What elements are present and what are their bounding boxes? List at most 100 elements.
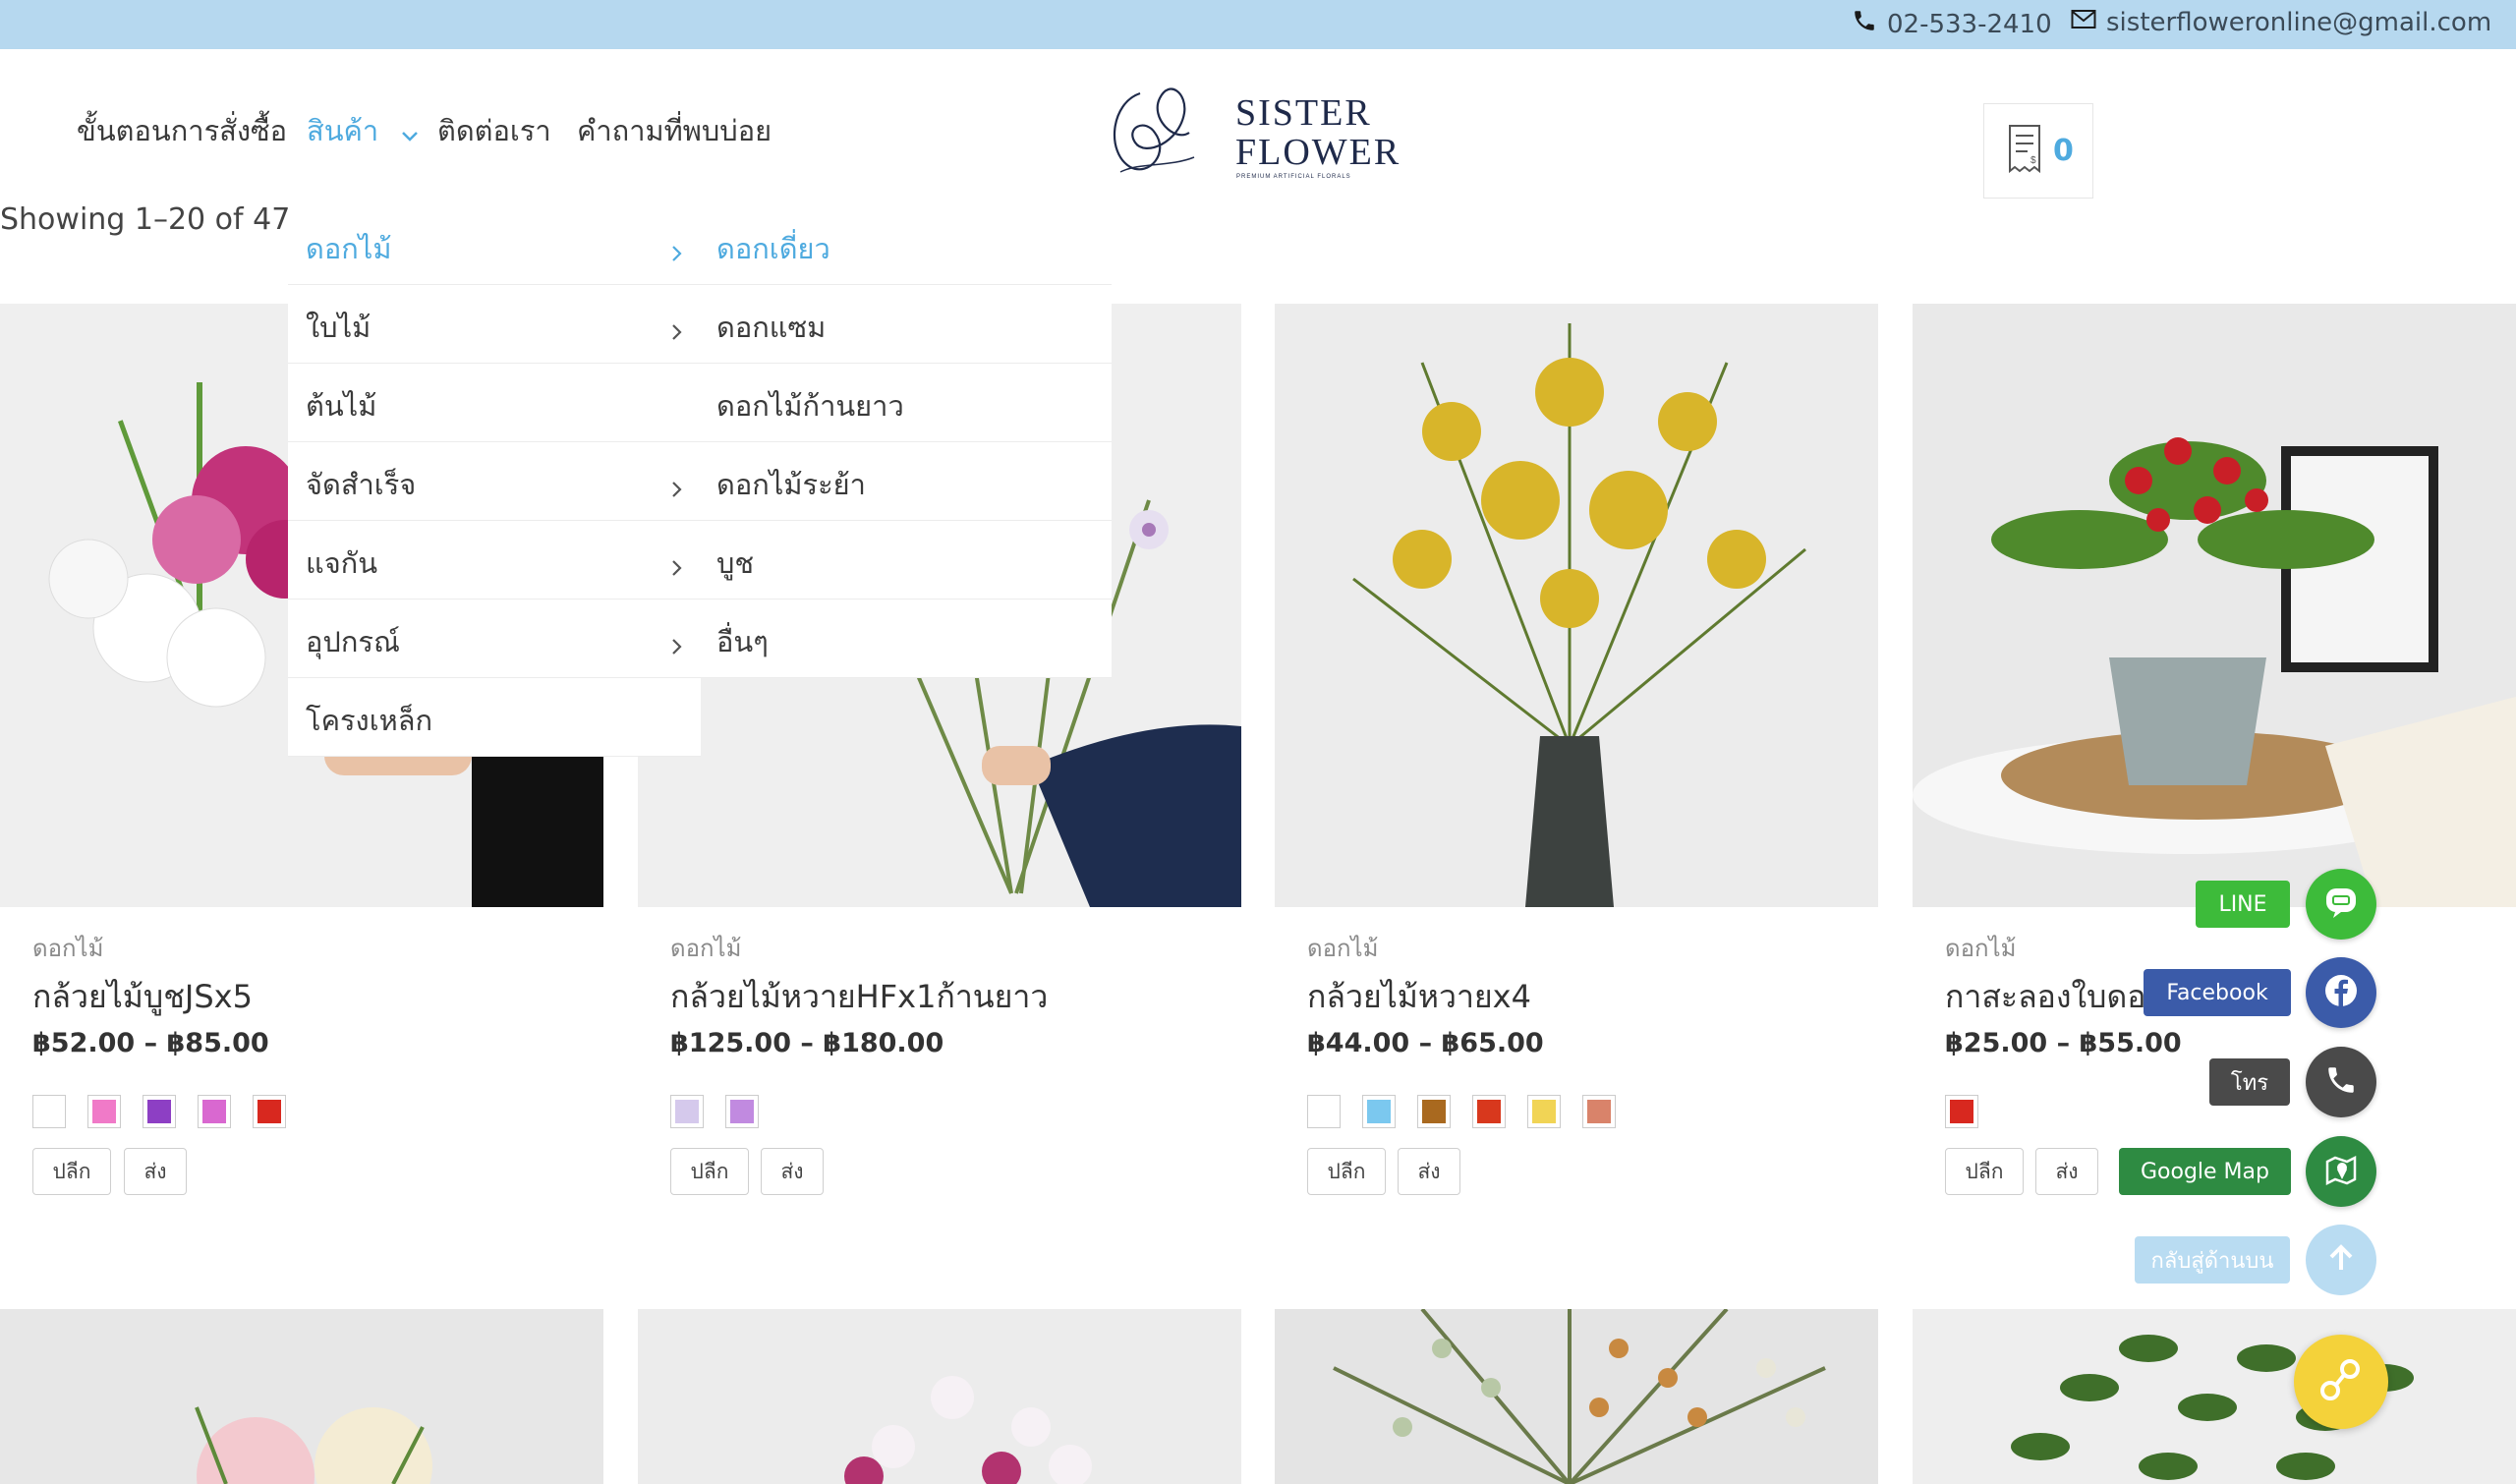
submenu-item-label: บูช bbox=[716, 546, 755, 580]
color-swatches bbox=[670, 1095, 780, 1128]
back-to-top-label[interactable]: กลับสู่ด้านบน bbox=[2135, 1236, 2290, 1284]
facebook-icon bbox=[2323, 973, 2359, 1012]
email-contact[interactable]: sisterfloweronline@gmail.com bbox=[2071, 8, 2491, 37]
cart-count: 0 bbox=[2053, 134, 2074, 168]
submenu-item-long-stem[interactable]: ดอกไม้ก้านยาว bbox=[699, 364, 1112, 442]
retail-button[interactable]: ปลีก bbox=[1307, 1148, 1386, 1195]
submenu-item-single[interactable]: ดอกเดี่ยว bbox=[699, 206, 1112, 285]
color-swatch[interactable] bbox=[87, 1095, 121, 1128]
color-swatch[interactable] bbox=[198, 1095, 231, 1128]
product-category[interactable]: ดอกไม้ bbox=[32, 929, 103, 967]
product-image[interactable] bbox=[1913, 304, 2516, 907]
chevron-right-icon bbox=[671, 236, 683, 269]
facebook-label[interactable]: Facebook bbox=[2144, 969, 2291, 1016]
color-swatch[interactable] bbox=[1527, 1095, 1561, 1128]
color-swatch[interactable] bbox=[1362, 1095, 1396, 1128]
product-title[interactable]: กล้วยไม้หวายHFx1ก้านยาว bbox=[670, 972, 1048, 1022]
nav-faq[interactable]: คำถามที่พบบ่อย bbox=[577, 108, 772, 153]
logo-line2: FLOWER bbox=[1235, 132, 1401, 173]
chevron-right-icon bbox=[671, 314, 683, 348]
contact-menu-toggle[interactable] bbox=[2294, 1335, 2388, 1429]
menu-item-label: จัดสำเร็จ bbox=[306, 468, 417, 501]
color-swatch[interactable] bbox=[253, 1095, 286, 1128]
product-title[interactable]: กล้วยไม้บูชJSx5 bbox=[32, 972, 253, 1022]
chevron-right-icon bbox=[671, 550, 683, 584]
color-swatch[interactable] bbox=[1417, 1095, 1451, 1128]
color-swatches bbox=[1307, 1095, 1637, 1128]
product-category[interactable]: ดอกไม้ bbox=[1307, 929, 1378, 967]
cart-button[interactable]: $ 0 bbox=[1983, 103, 2093, 199]
menu-item-label: ต้นไม้ bbox=[306, 389, 377, 423]
site-logo[interactable]: SISTER FLOWER PREMIUM ARTIFICIAL FLORALS bbox=[1101, 74, 1415, 182]
color-swatch[interactable] bbox=[1582, 1095, 1616, 1128]
submenu-item-bush[interactable]: บูช bbox=[699, 521, 1112, 599]
arrow-up-icon bbox=[2325, 1242, 2357, 1278]
color-swatch[interactable] bbox=[1945, 1095, 1978, 1128]
product-price: ฿125.00 – ฿180.00 bbox=[670, 1028, 944, 1058]
nav-contact[interactable]: ติดต่อเรา bbox=[437, 108, 551, 153]
phone-number: 02-533-2410 bbox=[1887, 9, 2052, 39]
call-button[interactable] bbox=[2306, 1047, 2376, 1117]
line-button[interactable] bbox=[2306, 869, 2376, 940]
product-image[interactable] bbox=[0, 1309, 603, 1484]
site-header: ขั้นตอนการสั่งซื้อ สินค้า ติดต่อเรา คำถา… bbox=[0, 49, 2516, 206]
submenu-item-filler[interactable]: ดอกแซม bbox=[699, 285, 1112, 364]
product-category[interactable]: ดอกไม้ bbox=[1945, 929, 2016, 967]
product-title[interactable]: กาสะลองใบดอก bbox=[1945, 972, 2165, 1022]
sister-flower-logo-icon: SISTER FLOWER PREMIUM ARTIFICIAL FLORALS bbox=[1113, 87, 1401, 180]
color-swatch[interactable] bbox=[725, 1095, 759, 1128]
product-image[interactable] bbox=[1275, 304, 1878, 907]
color-swatch[interactable] bbox=[143, 1095, 176, 1128]
wholesale-button[interactable]: ส่ง bbox=[124, 1148, 187, 1195]
menu-item-label: อุปกรณ์ bbox=[306, 625, 400, 658]
color-swatch[interactable] bbox=[670, 1095, 704, 1128]
product-title[interactable]: กล้วยไม้หวายx4 bbox=[1307, 972, 1531, 1022]
retail-button[interactable]: ปลีก bbox=[670, 1148, 749, 1195]
email-address: sisterfloweronline@gmail.com bbox=[2106, 8, 2492, 37]
retail-button[interactable]: ปลีก bbox=[1945, 1148, 2024, 1195]
product-category[interactable]: ดอกไม้ bbox=[670, 929, 741, 967]
retail-button[interactable]: ปลีก bbox=[32, 1148, 111, 1195]
menu-item-plants[interactable]: ต้นไม้ bbox=[288, 364, 701, 442]
logo-line1: SISTER bbox=[1235, 92, 1372, 134]
menu-item-leaves[interactable]: ใบไม้ bbox=[288, 285, 701, 364]
menu-item-flowers[interactable]: ดอกไม้ bbox=[288, 206, 701, 285]
phone-icon bbox=[1852, 8, 1887, 40]
result-count: Showing 1–20 of 476 bbox=[0, 202, 310, 237]
color-swatch[interactable] bbox=[32, 1095, 66, 1128]
line-label[interactable]: LINE bbox=[2196, 881, 2290, 928]
submenu-item-label: อื่นๆ bbox=[716, 625, 769, 658]
svg-text:$: $ bbox=[2030, 155, 2036, 166]
wholesale-button[interactable]: ส่ง bbox=[2035, 1148, 2098, 1195]
product-image[interactable] bbox=[1275, 1309, 1878, 1484]
submenu-item-label: ดอกไม้ระย้า bbox=[716, 468, 866, 501]
line-icon bbox=[2323, 885, 2359, 924]
phone-contact[interactable]: 02-533-2410 bbox=[1852, 8, 2052, 40]
wholesale-button[interactable]: ส่ง bbox=[1398, 1148, 1460, 1195]
product-image[interactable] bbox=[1913, 1309, 2516, 1484]
google-map-label[interactable]: Google Map bbox=[2119, 1148, 2291, 1195]
nav-products-label: สินค้า bbox=[307, 114, 379, 147]
product-price: ฿52.00 – ฿85.00 bbox=[32, 1028, 269, 1058]
google-map-button[interactable] bbox=[2306, 1136, 2376, 1207]
product-price: ฿25.00 – ฿55.00 bbox=[1945, 1028, 2182, 1058]
chevron-right-icon bbox=[671, 629, 683, 662]
product-image[interactable] bbox=[638, 1309, 1241, 1484]
phone-icon bbox=[2324, 1063, 2358, 1101]
menu-item-vases[interactable]: แจกัน bbox=[288, 521, 701, 599]
submenu-item-other[interactable]: อื่นๆ bbox=[699, 599, 1112, 678]
logo-tagline: PREMIUM ARTIFICIAL FLORALS bbox=[1236, 174, 1351, 180]
menu-item-steel-frames[interactable]: โครงเหล็ก bbox=[288, 678, 701, 757]
color-swatch[interactable] bbox=[1307, 1095, 1341, 1128]
back-to-top-button[interactable] bbox=[2306, 1225, 2376, 1295]
color-swatch[interactable] bbox=[1472, 1095, 1506, 1128]
wholesale-button[interactable]: ส่ง bbox=[761, 1148, 824, 1195]
phone-label[interactable]: โทร bbox=[2209, 1058, 2290, 1106]
menu-item-label: ดอกไม้ bbox=[306, 232, 392, 265]
menu-item-supplies[interactable]: อุปกรณ์ bbox=[288, 599, 701, 678]
menu-item-arrangements[interactable]: จัดสำเร็จ bbox=[288, 442, 701, 521]
facebook-button[interactable] bbox=[2306, 957, 2376, 1028]
nav-order-steps[interactable]: ขั้นตอนการสั่งซื้อ bbox=[77, 108, 287, 153]
nav-products[interactable]: สินค้า bbox=[307, 108, 419, 153]
submenu-item-hanging[interactable]: ดอกไม้ระย้า bbox=[699, 442, 1112, 521]
